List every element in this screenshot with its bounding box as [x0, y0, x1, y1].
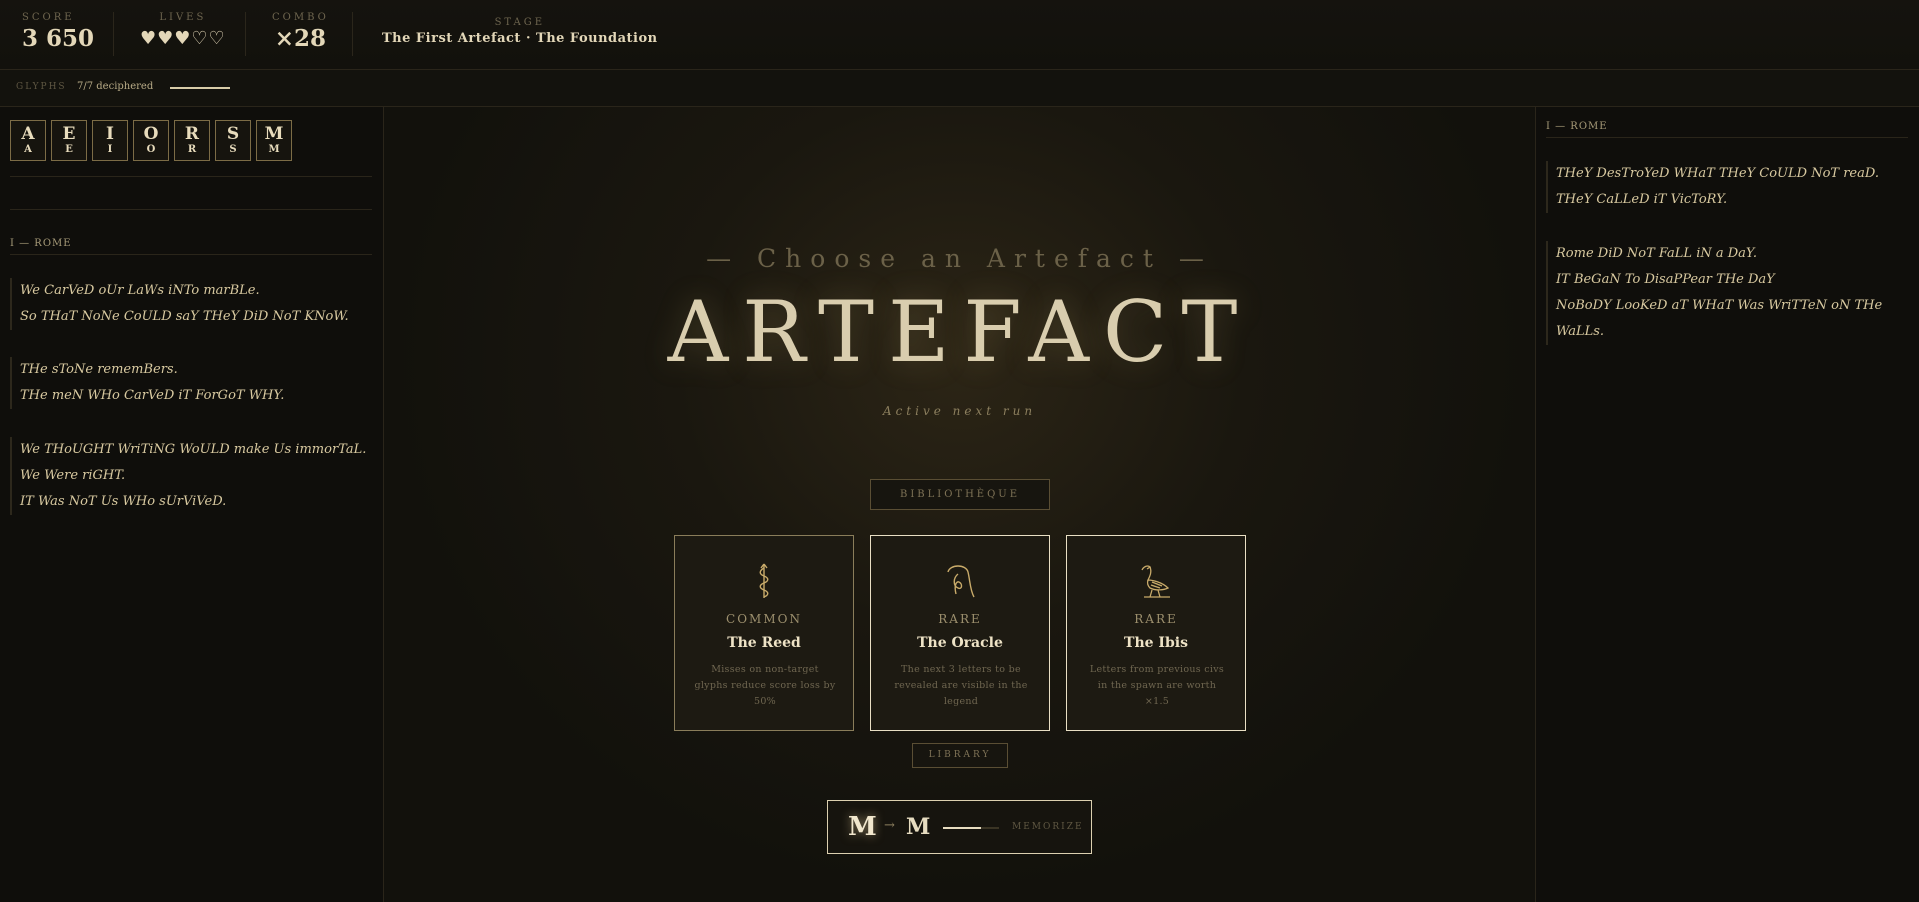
left-panel: A A E E I I O O R R S S M M I — ROME We …: [0, 107, 384, 902]
oracle-icon: [947, 565, 975, 598]
memorize-progress-track: [943, 827, 999, 829]
glyphs-progress-fill: [170, 87, 230, 89]
score-value: 3 650: [22, 25, 95, 52]
choose-heading: — Choose an Artefact —: [706, 244, 1213, 273]
memorize-panel: M → M MEMORIZE: [827, 800, 1092, 854]
glyph-tile[interactable]: E E: [51, 120, 87, 161]
glyphs-label: GLYPHS: [16, 82, 67, 92]
glyph-letter: M: [268, 144, 280, 155]
artefact-title: ARTEFACT: [667, 283, 1252, 381]
memorize-label: MEMORIZE: [1012, 822, 1084, 832]
memorize-progress-fill: [943, 827, 982, 829]
divider: [10, 209, 372, 210]
card-description: Misses on non-target glyphs reduce score…: [694, 664, 836, 707]
artefact-card-reed[interactable]: COMMON The Reed Misses on non-target gly…: [674, 535, 854, 731]
combo-label: COMBO: [272, 12, 329, 23]
artefact-card-ibis[interactable]: RARE The Ibis Letters from previous civs…: [1066, 535, 1246, 731]
inscription-line: THeY DesTroYeD WHaT THeY CoULD NoT reaD.: [1556, 166, 1879, 181]
inscription-line: NoBoDY LooKeD aT WHaT Was WriTTeN oN THe…: [1556, 298, 1883, 339]
inscription-line: THeY CaLLeD iT VicToRY.: [1556, 192, 1728, 207]
glyph-tile[interactable]: O O: [133, 120, 169, 161]
inscription-line: THe sToNe rememBers.: [20, 362, 178, 377]
lives-stat: LIVES ♥♥♥♡♡: [140, 12, 226, 49]
memorize-glyph: M: [848, 812, 877, 842]
glyph-symbol: I: [106, 124, 114, 144]
inscription-line: We Were riGHT.: [20, 468, 126, 483]
civ-heading: I — ROME: [1546, 121, 1608, 132]
inscription-stanza: THe sToNe rememBers. THe meN WHo CarVeD …: [10, 357, 284, 409]
top-hud: SCORE 3 650 LIVES ♥♥♥♡♡ COMBO ×28 STAGE …: [0, 0, 1919, 70]
card-description: The next 3 letters to be revealed are vi…: [894, 664, 1028, 707]
glyph-letter: S: [229, 144, 237, 155]
inscription-line: IT BeGaN To DisaPPear THe DaY: [1556, 272, 1775, 287]
inscription-line: We CarVeD oUr LaWs iNTo marBLe.: [20, 283, 260, 298]
divider: [10, 176, 372, 177]
inscription-stanza: We THoUGHT WriTiNG WoULD make Us immorTa…: [10, 437, 366, 515]
inscription-line: THe meN WHo CarVeD iT ForGoT WHY.: [20, 388, 285, 403]
glyph-tile[interactable]: M M: [256, 120, 292, 161]
glyph-letter: O: [146, 144, 156, 155]
lives-hearts: ♥♥♥♡♡: [140, 28, 226, 49]
glyph-letter: E: [65, 144, 73, 155]
hud-divider: [245, 12, 246, 56]
glyph-tile[interactable]: A A: [10, 120, 46, 161]
inscription-stanza: We CarVeD oUr LaWs iNTo marBLe. So THaT …: [10, 278, 349, 330]
glyph-progress-bar: GLYPHS 7/7 deciphered: [0, 70, 1919, 107]
arrow-right-icon: →: [884, 818, 895, 833]
divider: [1546, 137, 1908, 138]
reed-icon: [759, 563, 769, 598]
glyph-letter: R: [187, 144, 197, 155]
inscription-line: So THaT NoNe CoULD saY THeY DiD NoT KNoW…: [20, 309, 349, 324]
card-description: Letters from previous civs in the spawn …: [1089, 664, 1225, 707]
lives-label: LIVES: [159, 12, 207, 23]
hud-divider: [113, 12, 114, 56]
glyph-tile[interactable]: I I: [92, 120, 128, 161]
glyph-symbol: A: [21, 124, 35, 144]
glyph-letter: A: [24, 144, 32, 155]
stage-stat: STAGE The First Artefact · The Foundatio…: [382, 17, 658, 46]
glyph-symbol: E: [62, 124, 76, 144]
combo-value: ×28: [274, 25, 327, 52]
card-name: The Reed: [727, 635, 801, 651]
glyph-letter: I: [107, 144, 113, 155]
glyph-symbol: O: [143, 124, 159, 144]
inscription-line: IT Was NoT Us WHo sUrViVeD.: [20, 494, 227, 509]
library-button[interactable]: LIBRARY: [912, 743, 1008, 768]
glyphs-count: 7/7 deciphered: [77, 81, 154, 92]
inscription-stanza: Rome DiD NoT FaLL iN a DaY. IT BeGaN To …: [1546, 241, 1896, 345]
inscription-line: We THoUGHT WriTiNG WoULD make Us immorTa…: [20, 442, 367, 457]
glyphs-progress-track: [170, 87, 230, 89]
glyph-tile[interactable]: S S: [215, 120, 251, 161]
card-rarity: COMMON: [726, 612, 802, 626]
stage-value: The First Artefact · The Foundation: [382, 31, 658, 46]
glyph-symbol: M: [264, 124, 284, 144]
memorize-letter: M: [906, 814, 931, 840]
right-panel: I — ROME THeY DesTroYeD WHaT THeY CoULD …: [1535, 107, 1919, 902]
glyph-symbol: R: [184, 124, 200, 144]
card-name: The Oracle: [917, 635, 1003, 651]
artefact-card-oracle[interactable]: RARE The Oracle The next 3 letters to be…: [870, 535, 1050, 731]
bibliotheque-button[interactable]: BIBLIOTHÈQUE: [870, 479, 1050, 510]
artefact-selection-screen: — Choose an Artefact — ARTEFACT Active n…: [384, 107, 1535, 902]
active-next-run-caption: Active next run: [882, 404, 1037, 418]
glyph-symbol: S: [226, 124, 240, 144]
civ-heading: I — ROME: [10, 238, 72, 249]
inscription-line: Rome DiD NoT FaLL iN a DaY.: [1556, 246, 1757, 261]
card-name: The Ibis: [1124, 635, 1188, 651]
card-rarity: RARE: [1134, 612, 1178, 626]
hud-divider: [352, 12, 353, 56]
card-rarity: RARE: [938, 612, 982, 626]
glyph-tiles: A A E E I I O O R R S S M M: [10, 120, 297, 161]
divider: [10, 254, 372, 255]
inscription-stanza: THeY DesTroYeD WHaT THeY CoULD NoT reaD.…: [1546, 161, 1879, 213]
score-stat: SCORE 3 650: [22, 12, 94, 52]
combo-stat: COMBO ×28: [272, 12, 329, 52]
glyph-tile[interactable]: R R: [174, 120, 210, 161]
ibis-icon: [1141, 565, 1170, 598]
stage-label: STAGE: [494, 17, 546, 28]
score-label: SCORE: [22, 12, 75, 23]
